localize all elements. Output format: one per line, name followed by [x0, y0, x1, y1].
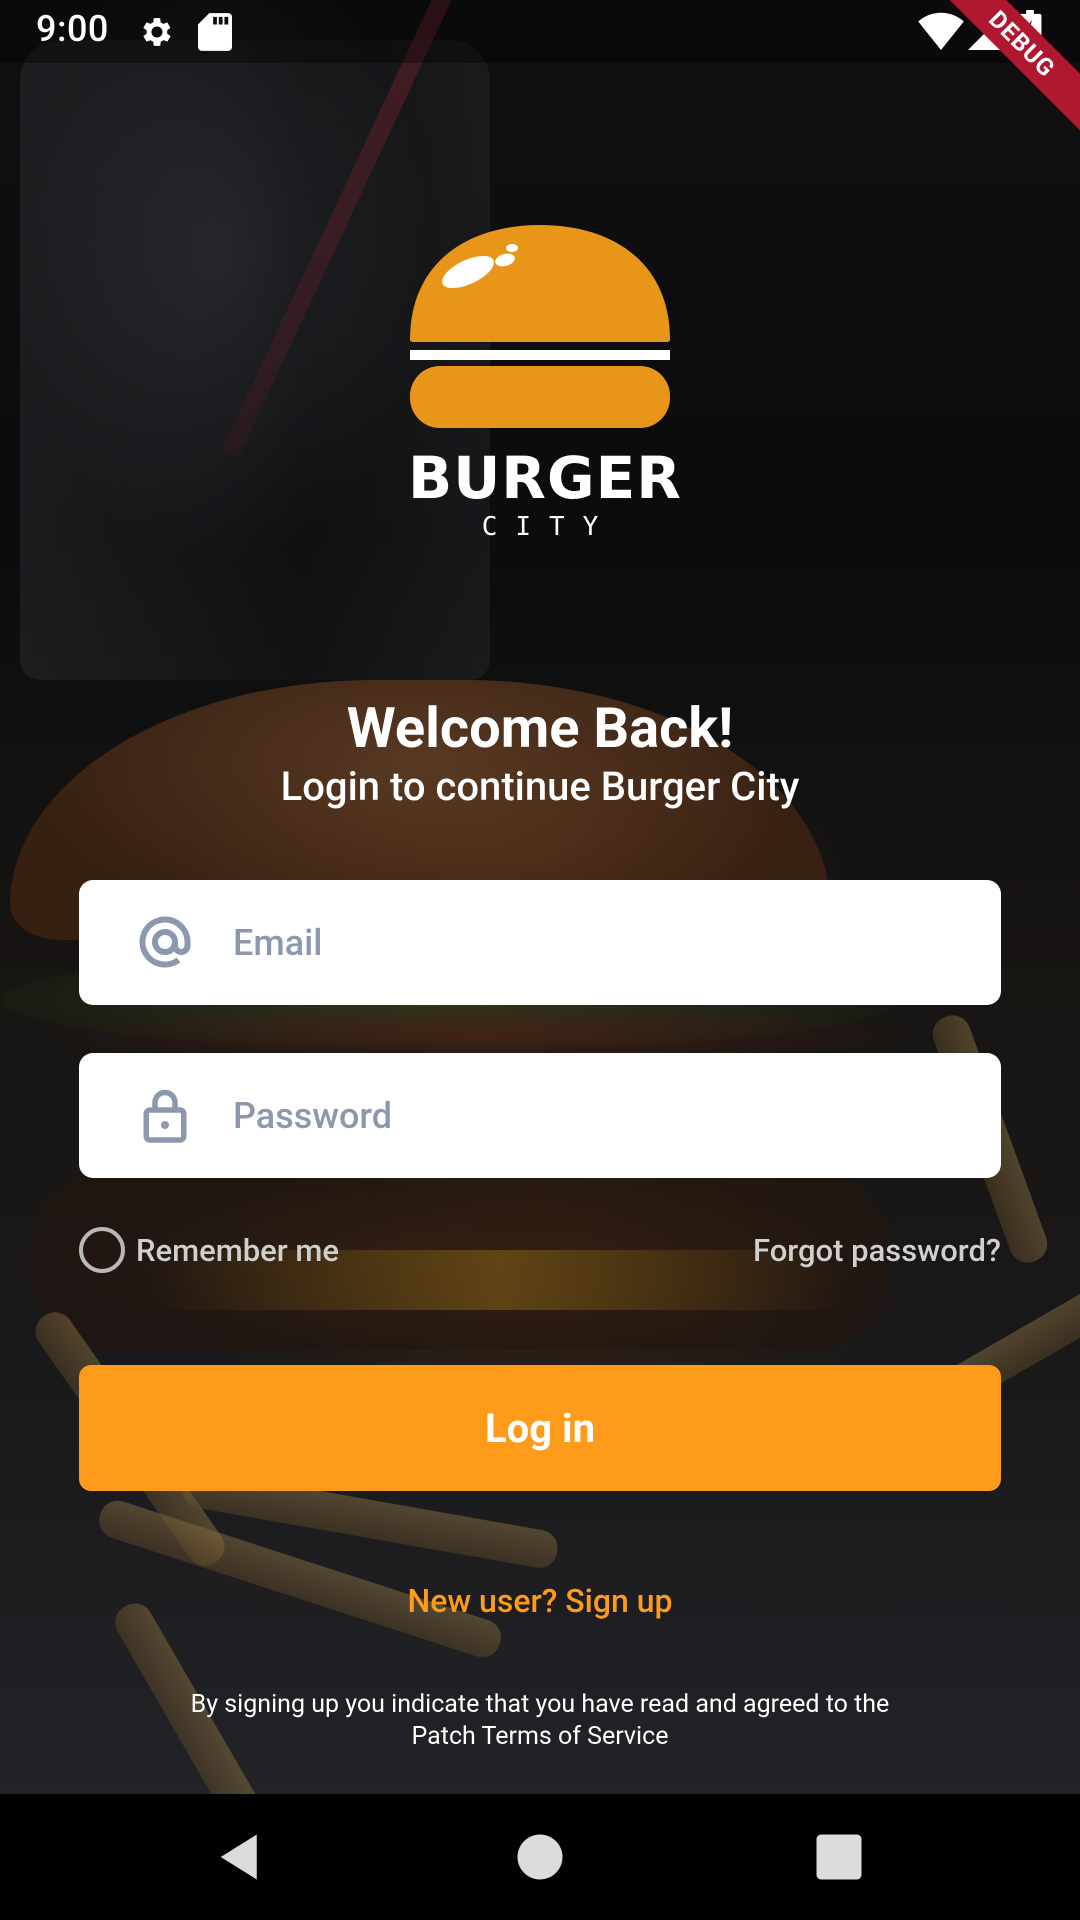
settings-icon	[143, 18, 171, 46]
page-subtitle: Login to continue Burger City	[280, 763, 800, 810]
navigation-bar	[0, 1794, 1080, 1920]
sd-card-icon	[198, 13, 232, 51]
email-input[interactable]	[233, 880, 973, 1005]
burger-logo-icon	[410, 225, 670, 428]
status-time: 9:00	[36, 8, 109, 50]
logo-sub-text: CITY	[481, 512, 617, 542]
remember-me-label[interactable]: Remember me	[136, 1232, 339, 1269]
lock-icon	[143, 1089, 187, 1143]
burger-city-logo: BURGER CITY	[408, 222, 682, 542]
remember-me-radio[interactable]	[79, 1227, 125, 1273]
logo-brand-text: BURGER	[408, 444, 682, 512]
recents-icon[interactable]	[812, 1830, 866, 1884]
status-bar: 9:00 DEBUG	[0, 0, 1080, 143]
terms-text: By signing up you indicate that you have…	[190, 1690, 890, 1751]
wifi-icon	[918, 12, 964, 50]
email-field[interactable]	[79, 880, 1001, 1005]
signup-link[interactable]: New user? Sign up	[0, 1582, 1080, 1620]
back-icon[interactable]	[214, 1830, 268, 1884]
at-icon	[139, 916, 191, 968]
home-icon[interactable]	[513, 1830, 567, 1884]
forgot-password-link[interactable]: Forgot password?	[753, 1232, 1001, 1269]
password-field[interactable]	[79, 1053, 1001, 1178]
page-title: Welcome Back!	[346, 695, 734, 761]
password-input[interactable]	[233, 1053, 973, 1178]
login-button[interactable]: Log in	[79, 1365, 1001, 1491]
login-screen: 9:00 DEBUG BURGER CITY Welcome Back! Log…	[0, 0, 1080, 1920]
